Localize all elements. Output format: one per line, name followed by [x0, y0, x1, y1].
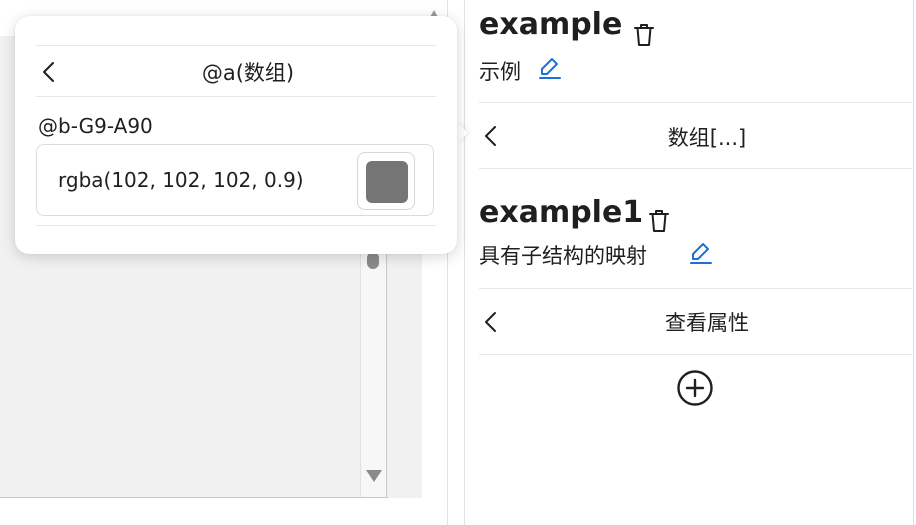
chevron-left-icon[interactable]	[481, 310, 503, 334]
color-input-field[interactable]: rgba(102, 102, 102, 0.9)	[36, 144, 434, 216]
row-divider	[479, 102, 912, 103]
color-swatch[interactable]	[366, 161, 408, 203]
nav-row-array[interactable]: 数组[...]	[503, 124, 911, 152]
popover-title: @a(数组)	[201, 61, 295, 85]
item-subtitle: 具有子结构的映射	[479, 244, 647, 268]
popover-divider	[36, 96, 436, 97]
item-title: example	[479, 7, 623, 42]
edit-icon[interactable]	[689, 240, 713, 264]
row-divider	[479, 168, 912, 169]
edit-icon[interactable]	[538, 55, 562, 79]
item-subtitle: 示例	[479, 60, 521, 84]
color-picker-button[interactable]	[357, 152, 415, 210]
color-popover: @a(数组) @b-G9-A90 rgba(102, 102, 102, 0.9…	[15, 16, 457, 254]
item-title: example1	[479, 195, 644, 230]
color-value-text[interactable]: rgba(102, 102, 102, 0.9)	[58, 167, 304, 193]
chevron-left-icon[interactable]	[481, 124, 503, 148]
trash-icon[interactable]	[632, 22, 656, 48]
plus-circle-icon[interactable]	[676, 369, 714, 407]
left-bottom-strip	[0, 498, 422, 525]
popover-divider	[36, 45, 436, 46]
scroll-down-icon[interactable]	[366, 470, 382, 482]
panel-divider	[464, 0, 465, 525]
nav-row-properties[interactable]: 查看属性	[503, 309, 911, 337]
row-divider	[479, 288, 912, 289]
panel-divider	[913, 0, 914, 525]
popover-divider	[36, 225, 436, 226]
row-divider	[479, 354, 912, 355]
chevron-left-icon[interactable]	[39, 60, 61, 84]
popover-subtitle: @b-G9-A90	[38, 114, 153, 138]
trash-icon[interactable]	[647, 208, 671, 234]
scrollbar-thumb[interactable]	[367, 252, 379, 269]
